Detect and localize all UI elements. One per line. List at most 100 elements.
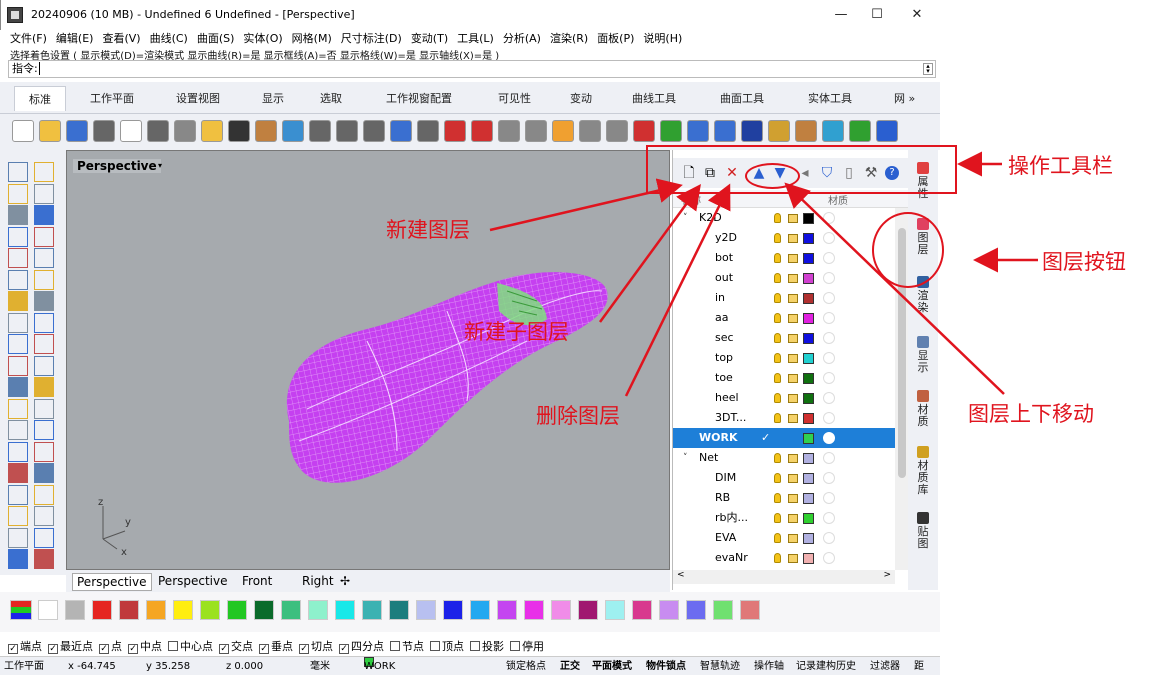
material-icon[interactable] <box>823 432 835 444</box>
layer-row[interactable]: WORK ✓ <box>673 428 895 448</box>
layer-color-swatch[interactable] <box>803 333 814 344</box>
status-toggle[interactable]: 过滤器 <box>870 657 900 675</box>
left-toolbar-tool-icon[interactable] <box>8 269 28 290</box>
menu-item[interactable]: 实体(O) <box>243 32 282 45</box>
toolbar-tool-icon[interactable] <box>579 120 601 142</box>
osnap-toggle[interactable]: ✓ 垂点 <box>259 640 293 654</box>
toolbar-tool-icon[interactable] <box>660 120 682 142</box>
layer-row[interactable]: heel <box>673 388 895 408</box>
toolbar-tool-icon[interactable] <box>12 120 34 142</box>
layer-row[interactable]: EVA <box>673 528 895 548</box>
visibility-bulb-icon[interactable] <box>774 413 781 423</box>
material-icon[interactable] <box>823 352 835 364</box>
ribbon-tab[interactable]: 设置视图 <box>176 90 220 106</box>
left-toolbar-tool-icon[interactable] <box>34 377 54 397</box>
visibility-bulb-icon[interactable] <box>774 453 781 463</box>
visibility-bulb-icon[interactable] <box>774 393 781 403</box>
toolbar-tool-icon[interactable] <box>66 120 88 142</box>
left-toolbar-tool-icon[interactable] <box>8 291 28 311</box>
left-toolbar-tool-icon[interactable] <box>34 183 54 204</box>
layer-row[interactable]: aa <box>673 308 895 328</box>
layer-color-swatch[interactable] <box>803 213 814 224</box>
osnap-toggle[interactable]: ✓ 切点 <box>299 640 333 654</box>
minimize-button[interactable]: — <box>823 4 859 26</box>
status-toggle[interactable]: 操作轴 <box>754 657 784 675</box>
toolbar-tool-icon[interactable] <box>363 120 385 142</box>
visibility-bulb-icon[interactable] <box>774 253 781 263</box>
lock-icon[interactable] <box>788 354 798 363</box>
checkbox-icon[interactable] <box>470 641 480 651</box>
visibility-bulb-icon[interactable] <box>774 373 781 383</box>
ribbon-tab[interactable]: 选取 <box>320 90 342 106</box>
layer-row[interactable]: out <box>673 268 895 288</box>
viewport-tab[interactable]: Right <box>298 573 338 589</box>
lock-icon[interactable] <box>788 474 798 483</box>
menu-item[interactable]: 面板(P) <box>597 32 634 45</box>
checkbox-icon[interactable]: ✓ <box>339 644 349 654</box>
palette-color-chip[interactable] <box>362 600 382 620</box>
viewport-tab[interactable]: Front <box>238 573 276 589</box>
toolbar-tool-icon[interactable] <box>336 120 358 142</box>
left-toolbar-tool-icon[interactable] <box>8 441 28 462</box>
layer-row[interactable]: bot <box>673 248 895 268</box>
palette-color-chip[interactable] <box>524 600 544 620</box>
menu-item[interactable]: 编辑(E) <box>56 32 94 45</box>
visibility-bulb-icon[interactable] <box>774 353 781 363</box>
layer-color-swatch[interactable] <box>803 433 814 444</box>
maximize-button[interactable]: ☐ <box>859 4 895 26</box>
layer-row[interactable]: rb内... <box>673 508 895 528</box>
toolbar-tool-icon[interactable] <box>822 120 844 142</box>
left-toolbar-tool-icon[interactable] <box>34 398 54 419</box>
layer-horizontal-scrollbar[interactable]: < > <box>673 570 895 584</box>
left-toolbar-tool-icon[interactable] <box>34 441 54 462</box>
visibility-bulb-icon[interactable] <box>774 233 781 243</box>
palette-color-chip[interactable] <box>389 600 409 620</box>
left-toolbar-tool-icon[interactable] <box>8 398 28 419</box>
ribbon-tab[interactable]: 曲线工具 <box>632 90 676 106</box>
ribbon-tab[interactable]: 变动 <box>570 90 592 106</box>
menu-item[interactable]: 曲线(C) <box>150 32 188 45</box>
layer-row[interactable]: DIM <box>673 468 895 488</box>
left-toolbar-tool-icon[interactable] <box>8 248 28 268</box>
checkbox-icon[interactable] <box>390 641 400 651</box>
side-tab[interactable]: 显示 <box>914 336 932 374</box>
layer-color-swatch[interactable] <box>803 553 814 564</box>
material-icon[interactable] <box>823 212 835 224</box>
osnap-toggle[interactable]: 投影 <box>470 640 504 653</box>
status-toggle[interactable]: 正交 <box>560 657 580 675</box>
palette-color-chip[interactable] <box>443 600 463 620</box>
layer-color-swatch[interactable] <box>803 533 814 544</box>
checkbox-icon[interactable]: ✓ <box>128 644 138 654</box>
visibility-bulb-icon[interactable] <box>774 293 781 303</box>
layer-row[interactable]: in <box>673 288 895 308</box>
palette-color-chip[interactable] <box>65 600 85 620</box>
osnap-toggle[interactable]: 顶点 <box>430 640 464 653</box>
palette-color-chip[interactable] <box>146 600 166 620</box>
osnap-toggle[interactable]: ✓ 最近点 <box>48 640 93 654</box>
material-icon[interactable] <box>823 252 835 264</box>
material-icon[interactable] <box>823 312 835 324</box>
ribbon-tab[interactable]: 工作平面 <box>90 90 134 106</box>
layer-color-swatch[interactable] <box>803 313 814 324</box>
palette-color-chip[interactable] <box>254 600 274 620</box>
toolbar-tool-icon[interactable] <box>633 120 655 142</box>
toolbar-tool-icon[interactable] <box>147 120 169 142</box>
perspective-viewport[interactable]: Perspective ▾ z y x <box>66 150 670 570</box>
viewport-tab[interactable]: Perspective <box>154 573 232 589</box>
left-toolbar-tool-icon[interactable] <box>8 183 28 204</box>
ribbon-tab[interactable]: 显示 <box>262 90 284 106</box>
menu-item[interactable]: 文件(F) <box>10 32 47 45</box>
material-icon[interactable] <box>823 492 835 504</box>
material-icon[interactable] <box>823 472 835 484</box>
lock-icon[interactable] <box>788 394 798 403</box>
toolbar-tool-icon[interactable] <box>876 120 898 142</box>
palette-color-chip[interactable] <box>659 600 679 620</box>
left-toolbar-tool-icon[interactable] <box>34 355 54 376</box>
toolbar-tool-icon[interactable] <box>768 120 790 142</box>
layer-color-swatch[interactable] <box>803 233 814 244</box>
ribbon-tab[interactable]: 可见性 <box>498 90 531 106</box>
status-toggle[interactable]: 物件锁点 <box>646 657 686 675</box>
menu-item[interactable]: 分析(A) <box>503 32 541 45</box>
layer-color-swatch[interactable] <box>803 513 814 524</box>
side-tab[interactable]: 材质 <box>914 390 932 428</box>
